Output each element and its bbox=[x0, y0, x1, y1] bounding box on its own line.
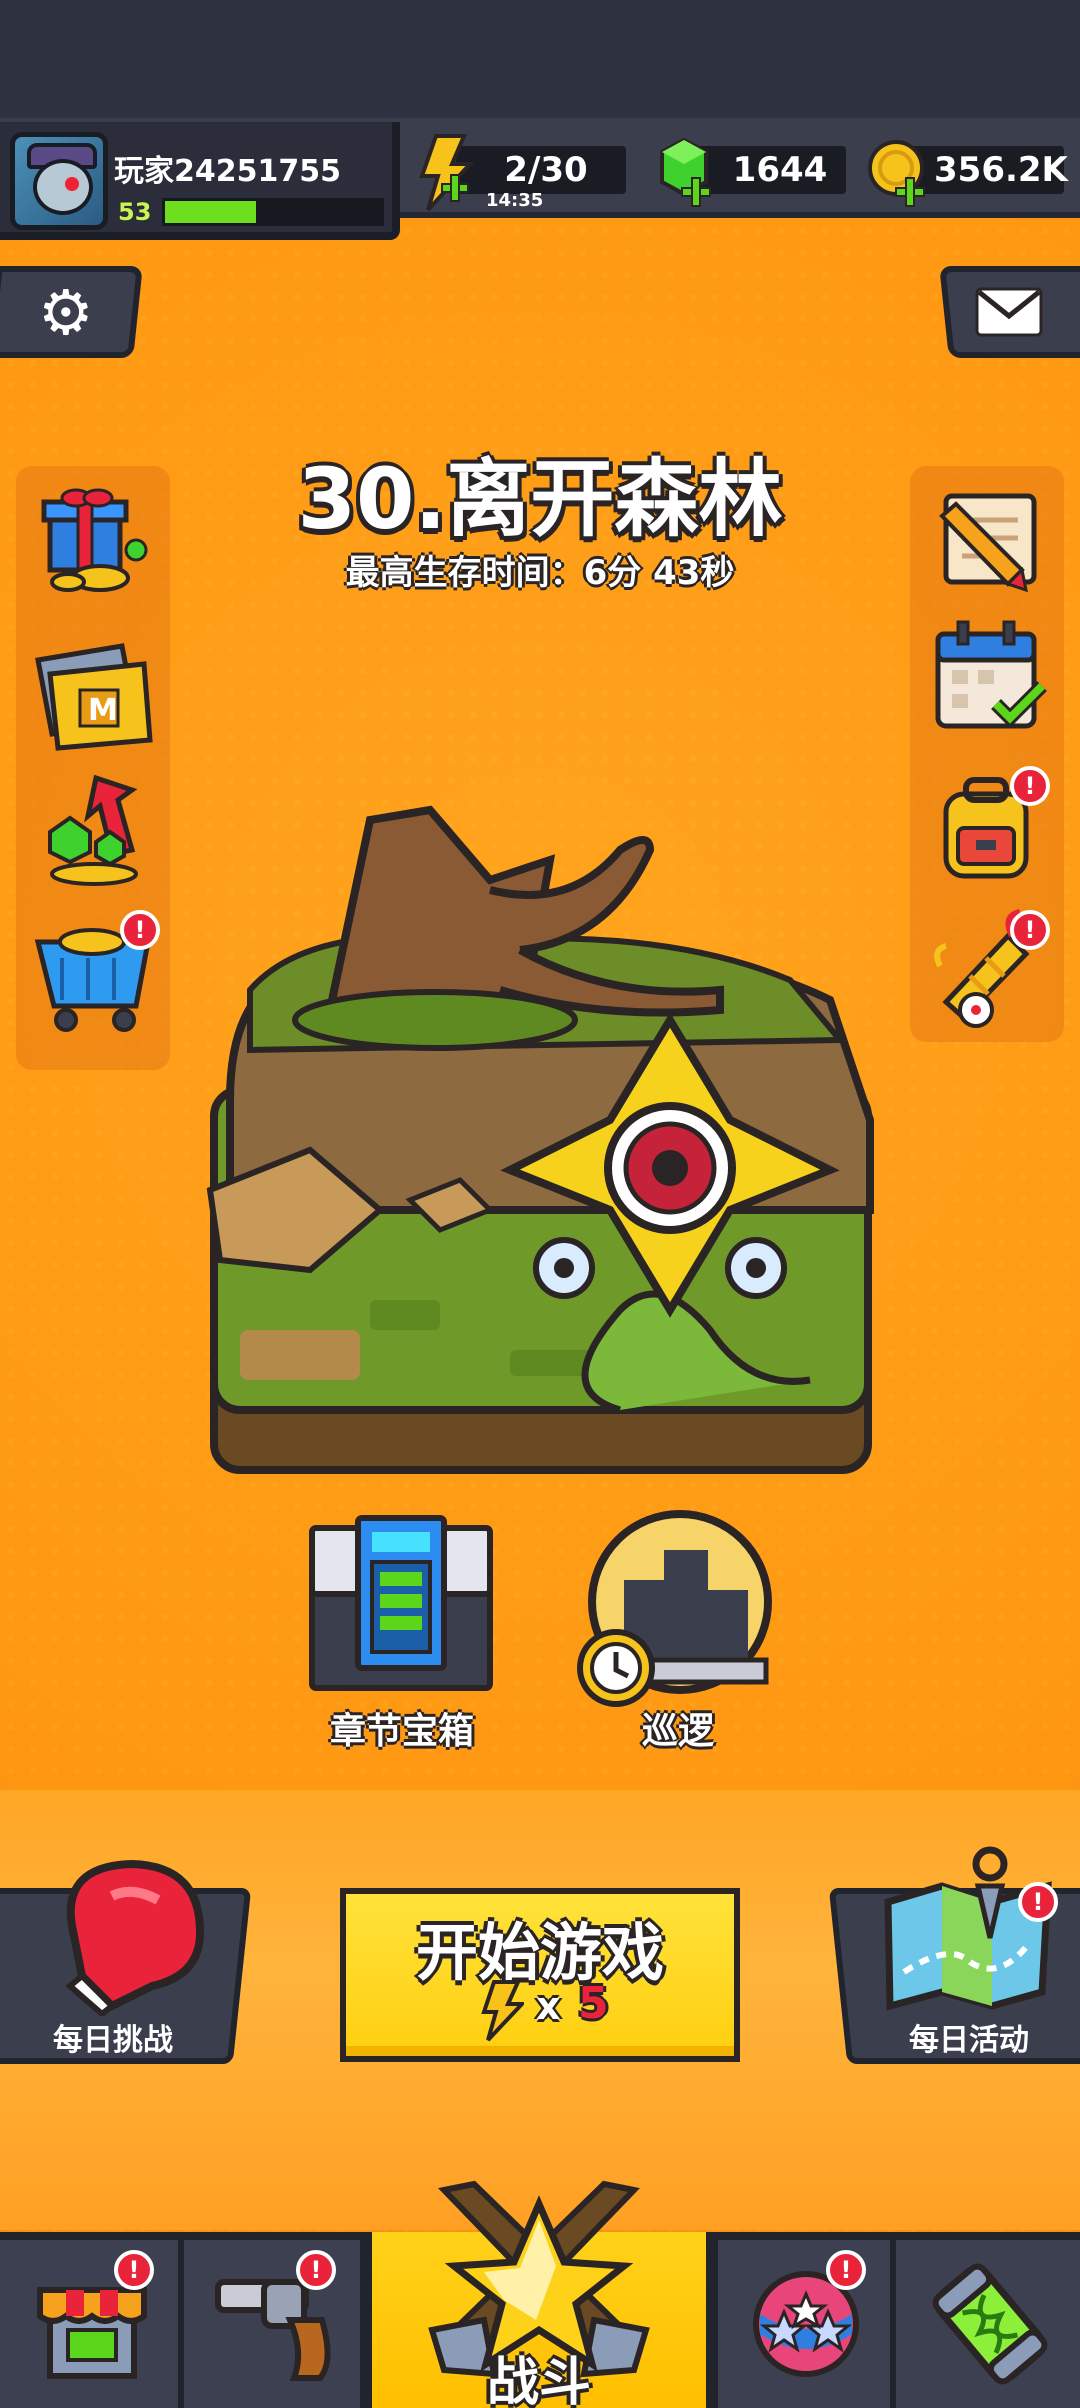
stage-title: 30.离开森林 bbox=[297, 450, 783, 548]
green-gem-icon bbox=[660, 138, 711, 207]
coins-value: 356.2K bbox=[934, 150, 1068, 190]
start-cost-value: 5 bbox=[578, 1978, 609, 2029]
nav-talents-badge: ! bbox=[826, 2250, 866, 2290]
shop-cart-badge: ! bbox=[120, 910, 160, 950]
start-cost-multiplier: x bbox=[536, 1984, 561, 2028]
calendar-checkin-icon[interactable] bbox=[930, 616, 1048, 734]
start-game-label: 开始游戏 bbox=[415, 1916, 664, 1989]
dna-capsule-icon bbox=[932, 2263, 1048, 2385]
player-name: 玩家24251755 bbox=[114, 154, 341, 189]
nav-shop-badge: ! bbox=[114, 2250, 154, 2290]
mail-icon bbox=[975, 287, 1043, 337]
daily-event-label: 每日活动 bbox=[909, 2023, 1029, 2058]
backpack-badge: ! bbox=[1010, 766, 1050, 806]
nav-weapons-badge: ! bbox=[296, 2250, 336, 2290]
energy-value: 2/30 bbox=[504, 150, 588, 190]
monster-avatar-icon bbox=[33, 159, 93, 215]
monthly-card-icon[interactable]: M bbox=[32, 640, 156, 754]
energy-cost-icon bbox=[481, 1980, 524, 2042]
boxing-glove-icon bbox=[65, 1859, 205, 2016]
patrol-icon[interactable] bbox=[574, 1510, 788, 1710]
stage-illustration[interactable] bbox=[190, 790, 890, 1480]
party-horn-badge: ! bbox=[1010, 910, 1050, 950]
gem-growth-icon[interactable] bbox=[36, 770, 152, 888]
nav-battle-label: 战斗 bbox=[486, 2353, 591, 2408]
svg-text:M: M bbox=[88, 693, 118, 728]
treasure-map-icon bbox=[884, 1846, 1052, 2011]
gems-value: 1644 bbox=[732, 150, 828, 190]
lightning-icon bbox=[419, 134, 475, 212]
xp-bar-fill bbox=[165, 201, 256, 223]
xp-bar bbox=[162, 198, 384, 226]
patrol-label: 巡逻 bbox=[641, 1711, 714, 1752]
player-level: 53 bbox=[118, 198, 152, 226]
gold-coin-icon bbox=[868, 140, 925, 207]
avatar-eye bbox=[65, 177, 79, 191]
energy-timer: 14:35 bbox=[486, 190, 544, 211]
status-bar-area bbox=[0, 0, 1080, 118]
player-avatar[interactable] bbox=[10, 132, 108, 230]
daily-event-badge: ! bbox=[1018, 1882, 1058, 1922]
gear-icon: ⚙ bbox=[38, 276, 94, 349]
daily-challenge-label: 每日挑战 bbox=[53, 2023, 173, 2058]
chapter-chest-icon[interactable] bbox=[306, 1514, 496, 1694]
chapter-chest-label: 章节宝箱 bbox=[329, 1711, 474, 1752]
best-survival-time: 最高生存时间：6分 43秒 bbox=[345, 553, 735, 593]
